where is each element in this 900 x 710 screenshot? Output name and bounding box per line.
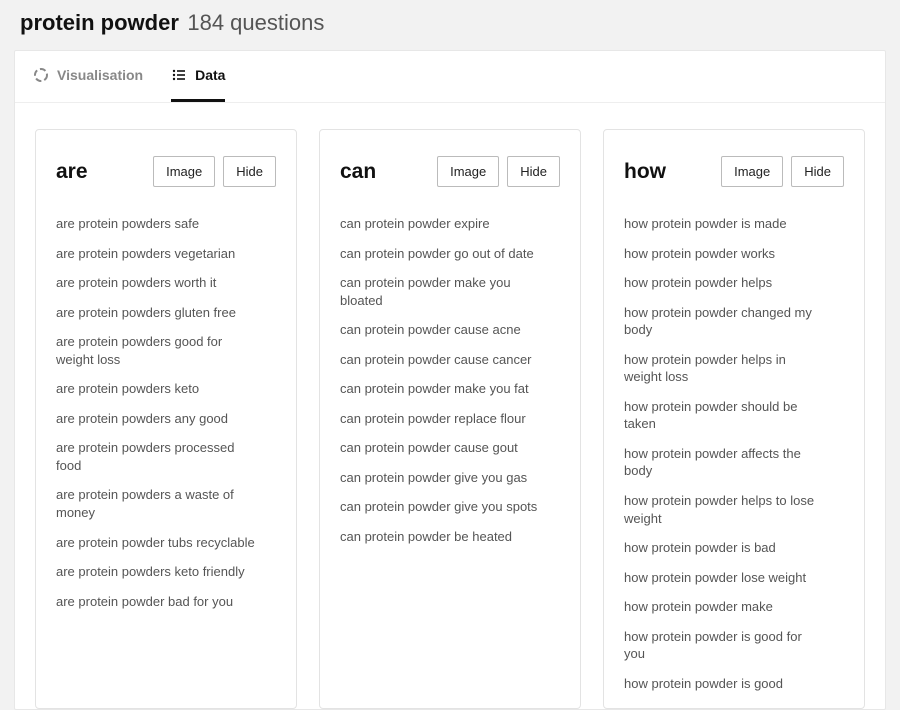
card-header: are Image Hide: [56, 156, 276, 187]
list-item[interactable]: how protein powder make: [624, 598, 824, 616]
card-header: how Image Hide: [624, 156, 844, 187]
list-item[interactable]: how protein powder is good for you: [624, 628, 824, 663]
card-header: can Image Hide: [340, 156, 560, 187]
list-item[interactable]: how protein powder is good: [624, 675, 824, 693]
page-header: protein powder 184 questions: [0, 0, 900, 50]
main-panel: Visualisation Data are Image Hide are prote…: [14, 50, 886, 710]
question-card-are: areImageHideare protein powders safeare …: [35, 129, 297, 709]
list-item[interactable]: can protein powder make you bloated: [340, 274, 540, 309]
question-list: how protein powder is made how protein po…: [624, 215, 844, 692]
image-button[interactable]: Image: [437, 156, 499, 187]
visualisation-icon: [33, 67, 49, 83]
list-item[interactable]: are protein powders good for weight loss: [56, 333, 256, 368]
list-item[interactable]: are protein powders any good: [56, 410, 256, 428]
list-item[interactable]: can protein powder cause gout: [340, 439, 540, 457]
list-item[interactable]: how protein powder changed my body: [624, 304, 824, 339]
list-icon: [171, 67, 187, 83]
image-button[interactable]: Image: [153, 156, 215, 187]
tabs: Visualisation Data: [15, 51, 885, 103]
question-card-can: canImageHidecan protein powder expirecan…: [319, 129, 581, 709]
list-item[interactable]: how protein powder helps: [624, 274, 824, 292]
tab-visualisation[interactable]: Visualisation: [33, 51, 143, 102]
list-item[interactable]: how protein powder lose weight: [624, 569, 824, 587]
list-item[interactable]: are protein powders worth it: [56, 274, 256, 292]
list-item[interactable]: can protein powder cause cancer: [340, 351, 540, 369]
list-item[interactable]: are protein powders processed food: [56, 439, 256, 474]
list-item[interactable]: can protein powder give you gas: [340, 469, 540, 487]
card-button-row: Image Hide: [721, 156, 844, 187]
tab-data[interactable]: Data: [171, 51, 225, 102]
list-item[interactable]: how protein powder is bad: [624, 539, 824, 557]
list-item[interactable]: are protein powders keto: [56, 380, 256, 398]
image-button[interactable]: Image: [721, 156, 783, 187]
card-title: are: [56, 160, 88, 184]
card-title: how: [624, 160, 666, 184]
page-title-keyword: protein powder: [20, 10, 179, 35]
page-title-count: 184 questions: [187, 10, 324, 35]
list-item[interactable]: are protein powders gluten free: [56, 304, 256, 322]
hide-button[interactable]: Hide: [791, 156, 844, 187]
list-item[interactable]: can protein powder go out of date: [340, 245, 540, 263]
columns-container: areImageHideare protein powders safeare …: [15, 103, 885, 709]
list-item[interactable]: are protein powders a waste of money: [56, 486, 256, 521]
question-list: are protein powders safe are protein powd…: [56, 215, 276, 610]
list-item[interactable]: how protein powder helps to lose weight: [624, 492, 824, 527]
list-item[interactable]: can protein powder make you fat: [340, 380, 540, 398]
question-list: can protein powder expire can protein pow…: [340, 215, 560, 546]
hide-button[interactable]: Hide: [507, 156, 560, 187]
list-item[interactable]: are protein powders vegetarian: [56, 245, 256, 263]
list-item[interactable]: how protein powder helps in weight loss: [624, 351, 824, 386]
list-item[interactable]: are protein powders safe: [56, 215, 256, 233]
hide-button[interactable]: Hide: [223, 156, 276, 187]
list-item[interactable]: are protein powder bad for you: [56, 593, 256, 611]
list-item[interactable]: how protein powder works: [624, 245, 824, 263]
card-button-row: Image Hide: [437, 156, 560, 187]
list-item[interactable]: can protein powder cause acne: [340, 321, 540, 339]
list-item[interactable]: are protein powder tubs recyclable: [56, 534, 256, 552]
list-item[interactable]: are protein powders keto friendly: [56, 563, 256, 581]
question-card-how: howImageHidehow protein powder is madeho…: [603, 129, 865, 709]
list-item[interactable]: how protein powder is made: [624, 215, 824, 233]
card-title: can: [340, 160, 376, 184]
list-item[interactable]: how protein powder affects the body: [624, 445, 824, 480]
list-item[interactable]: can protein powder be heated: [340, 528, 540, 546]
tab-data-label: Data: [195, 67, 225, 83]
tab-visualisation-label: Visualisation: [57, 67, 143, 83]
list-item[interactable]: how protein powder should be taken: [624, 398, 824, 433]
list-item[interactable]: can protein powder give you spots: [340, 498, 540, 516]
list-item[interactable]: can protein powder replace flour: [340, 410, 540, 428]
card-button-row: Image Hide: [153, 156, 276, 187]
list-item[interactable]: can protein powder expire: [340, 215, 540, 233]
